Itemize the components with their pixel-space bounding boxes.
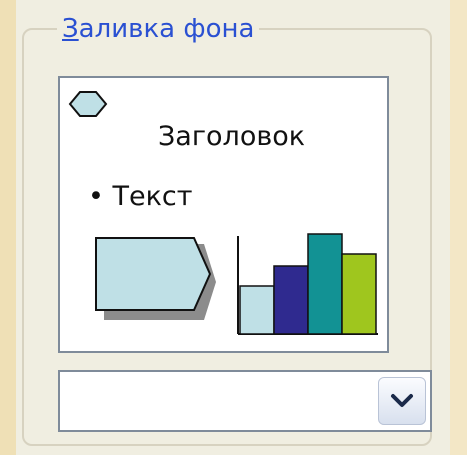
chart-bar-4: [341, 253, 377, 335]
diamond-icon: [68, 91, 108, 117]
preview-graphics: [68, 91, 378, 335]
preview-bullet-text: • Текст: [88, 181, 193, 212]
chevron-down-icon: [391, 394, 413, 407]
arrow-shape: [95, 237, 212, 311]
preview-title: Заголовок: [158, 121, 306, 152]
left-edge-strip: [0, 0, 16, 455]
chart-bar-3: [307, 233, 343, 335]
chart-bar-2: [273, 265, 309, 335]
dropdown-arrow-button[interactable]: [378, 377, 426, 425]
group-legend: Заливка фона: [57, 14, 260, 44]
legend-accelerator: З: [62, 14, 79, 44]
fill-preview: Заголовок • Текст: [58, 76, 389, 353]
legend-text: аливка фона: [78, 14, 255, 44]
fill-color-dropdown[interactable]: [58, 370, 432, 432]
chart-bar-1: [239, 285, 275, 335]
